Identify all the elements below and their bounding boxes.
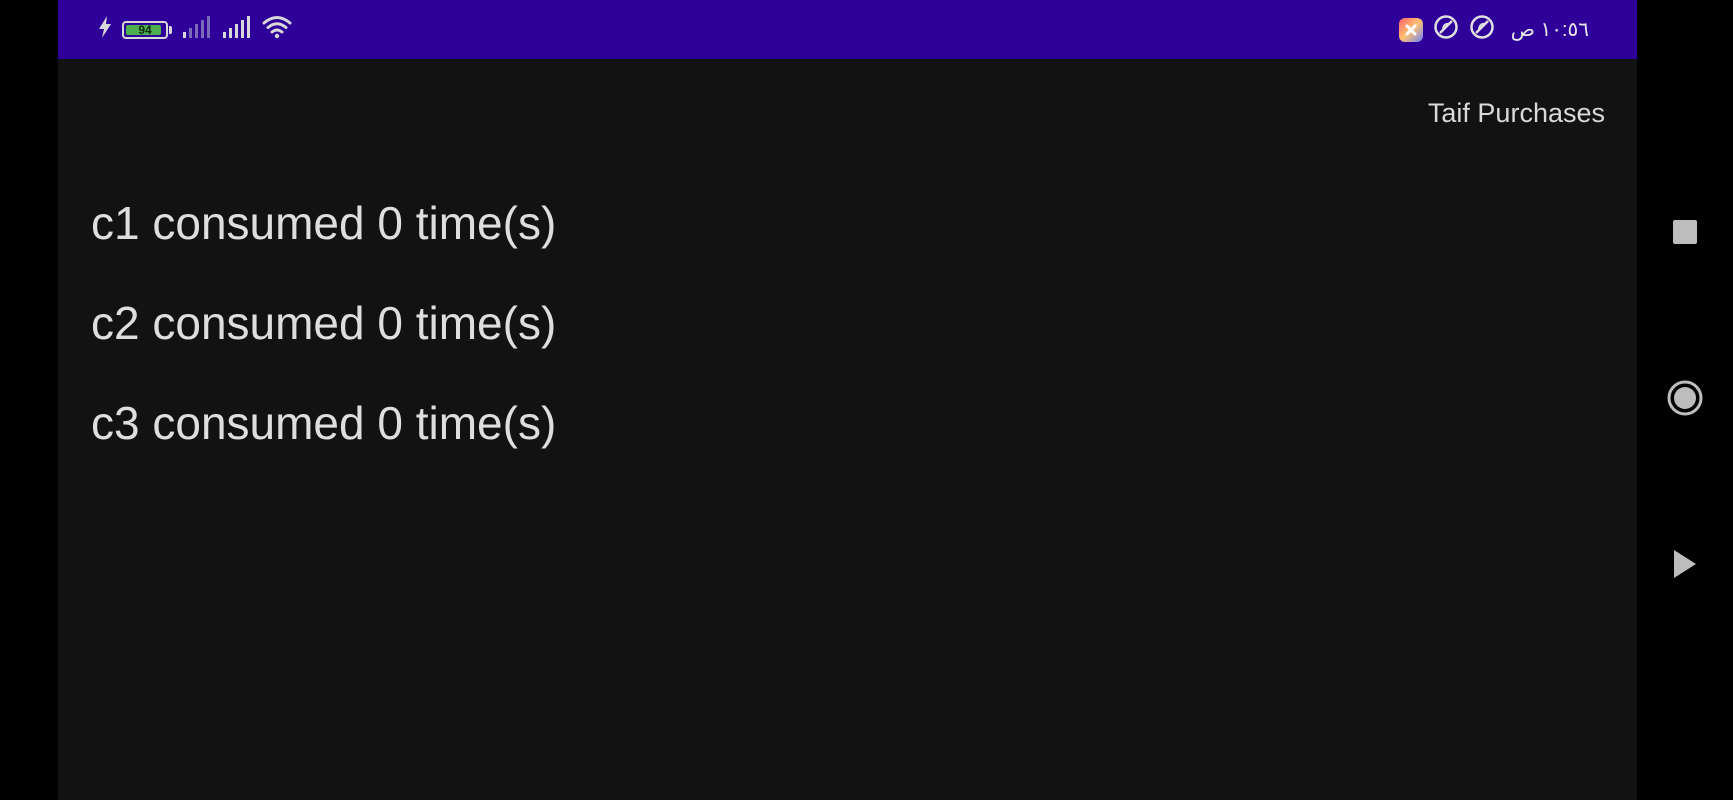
- restricted-icon: [1433, 14, 1459, 45]
- battery-body: 94: [122, 20, 168, 39]
- navigation-bar: [1637, 0, 1733, 800]
- list-item-c2: c2 consumed 0 time(s): [91, 297, 557, 349]
- list-item-c3: c3 consumed 0 time(s): [91, 397, 557, 449]
- home-circle-icon: [1666, 379, 1704, 422]
- back-triangle-icon: [1672, 549, 1698, 584]
- back-button[interactable]: [1637, 531, 1733, 601]
- charging-bolt-icon: [98, 16, 112, 43]
- wifi-icon: [262, 15, 292, 44]
- restricted-icon: [1469, 14, 1495, 45]
- signal-full-icon: [222, 16, 252, 43]
- toolbar-title: Taif Purchases: [1427, 98, 1605, 128]
- battery-icon: 94: [122, 20, 172, 39]
- status-bar-system-icons: 94: [98, 0, 292, 59]
- home-button[interactable]: [1637, 365, 1733, 435]
- app-notification-icon: [1398, 17, 1423, 42]
- status-bar: 94 ١٠:٥٦ ص: [58, 0, 1637, 59]
- status-clock: ١٠:٥٦ ص: [1510, 19, 1589, 41]
- list-item-c1: c1 consumed 0 time(s): [91, 197, 557, 249]
- battery-level: 94: [138, 22, 152, 37]
- recents-square-icon: [1672, 219, 1698, 250]
- signal-weak-icon: [182, 16, 212, 43]
- battery-tip: [169, 25, 172, 34]
- app-screen: 94 ١٠:٥٦ ص Taif Purchases c1 consumed 0 …: [58, 0, 1637, 800]
- consumables-list: c1 consumed 0 time(s) c2 consumed 0 time…: [91, 195, 556, 495]
- recents-button[interactable]: [1637, 199, 1733, 269]
- status-bar-notifications: ١٠:٥٦ ص: [1398, 0, 1589, 59]
